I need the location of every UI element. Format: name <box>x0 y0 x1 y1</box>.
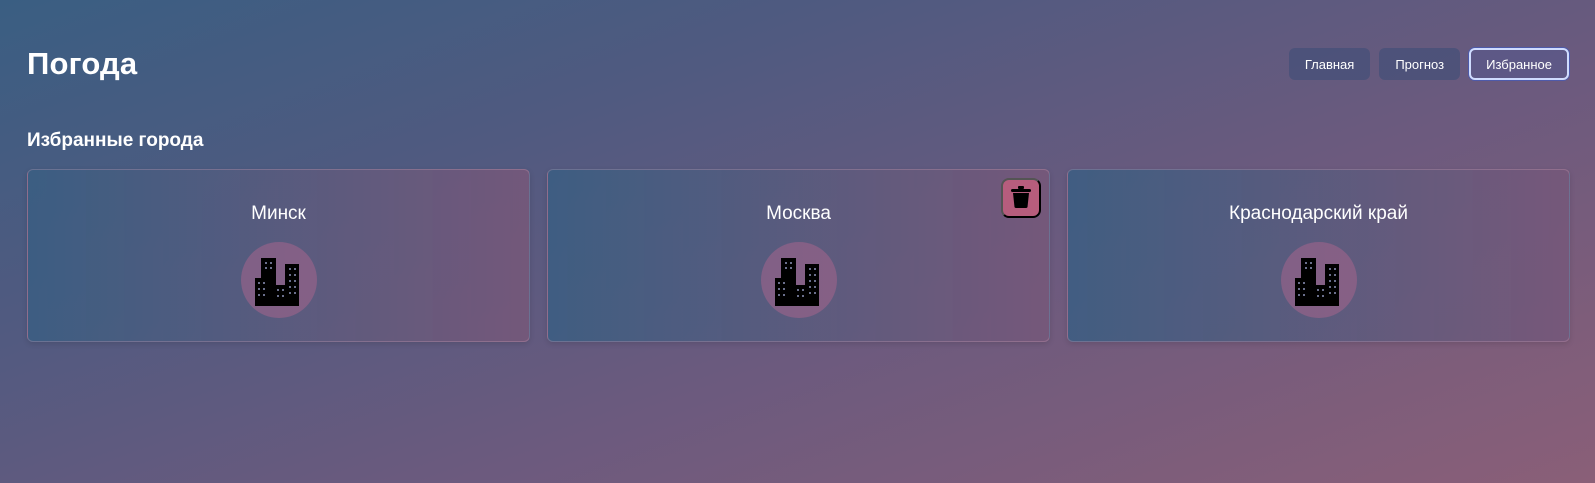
city-buildings-icon <box>1280 242 1357 318</box>
city-name: Минск <box>251 203 306 224</box>
favorites-list: Минск Москва Краснодарский край <box>27 169 1570 342</box>
page-title: Погода <box>27 46 138 81</box>
delete-favorite-button[interactable] <box>1001 178 1041 218</box>
favorites-section-title: Избранные города <box>27 130 204 151</box>
trash-icon <box>1010 185 1032 212</box>
city-card-krasnodar[interactable]: Краснодарский край <box>1067 169 1570 342</box>
nav-home-button[interactable]: Главная <box>1288 48 1371 80</box>
city-card-minsk[interactable]: Минск <box>27 169 530 342</box>
city-name: Москва <box>766 203 831 224</box>
city-card-moscow[interactable]: Москва <box>547 169 1050 342</box>
city-name: Краснодарский край <box>1229 203 1408 224</box>
nav-forecast-button[interactable]: Прогноз <box>1379 48 1461 80</box>
city-buildings-icon <box>240 242 317 318</box>
city-buildings-icon <box>760 242 837 318</box>
nav-favorites-button[interactable]: Избранное <box>1469 48 1569 80</box>
main-nav: Главная Прогноз Избранное <box>1288 48 1569 80</box>
